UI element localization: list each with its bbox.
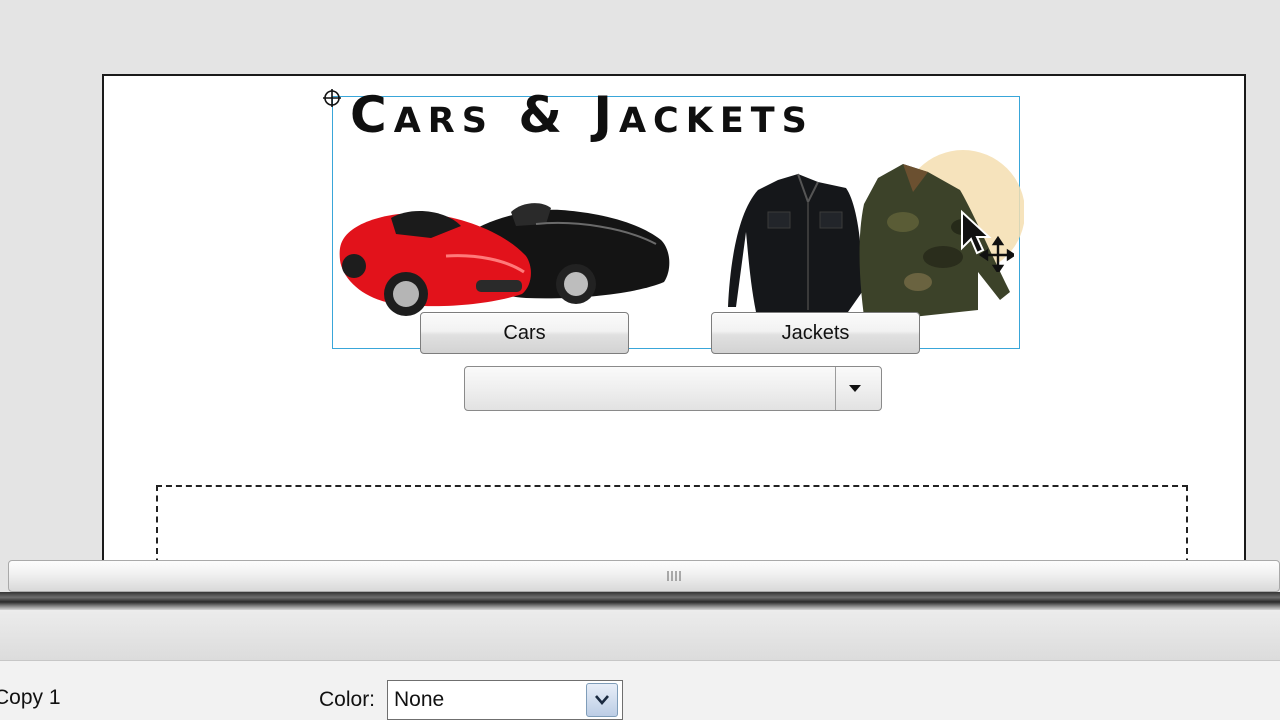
properties-panel-header — [0, 610, 1280, 661]
cars-image — [339, 203, 670, 316]
splitter-grip-icon[interactable] — [666, 570, 682, 582]
dropdown-arrow-icon[interactable] — [848, 383, 862, 393]
panel-divider[interactable] — [0, 592, 1280, 610]
color-label: Color: — [319, 688, 376, 711]
jackets-button[interactable]: Jackets — [711, 312, 920, 354]
combo-divider — [835, 367, 836, 410]
horizontal-splitter-bar[interactable] — [8, 560, 1280, 592]
move-cursor-icon — [961, 209, 1014, 272]
color-effect-select[interactable]: None — [387, 680, 623, 720]
chevron-down-icon — [595, 695, 609, 705]
cars-button-label: Cars — [503, 321, 546, 344]
banner-title: Cars & Jackets — [350, 86, 814, 144]
registration-point-icon — [323, 89, 341, 107]
product-combo-box[interactable] — [464, 366, 882, 411]
jackets-button-label: Jackets — [781, 321, 850, 344]
color-effect-value: None — [394, 688, 445, 711]
color-dropdown-button[interactable] — [586, 683, 618, 717]
cars-button[interactable]: Cars — [420, 312, 629, 354]
instance-name-label: Copy 1 — [0, 686, 61, 709]
properties-panel — [0, 661, 1280, 720]
